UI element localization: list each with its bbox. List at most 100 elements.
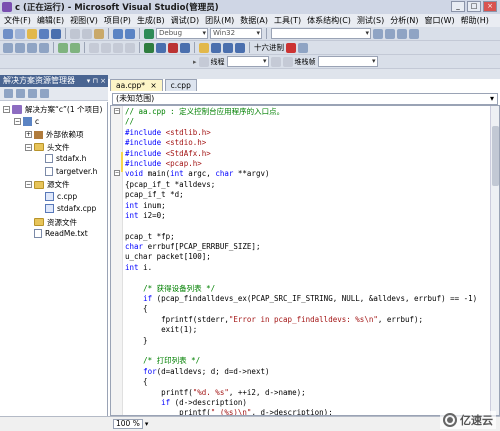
- tree-item[interactable]: − 头文件: [25, 142, 70, 153]
- code-editor[interactable]: − − // aa.cpp : 定义控制台应用程序的入口点。//#include…: [110, 105, 500, 416]
- show-all-files-icon[interactable]: [16, 89, 25, 98]
- menu-architecture[interactable]: 体系结构(C): [307, 15, 351, 26]
- menu-team[interactable]: 团队(M): [205, 15, 234, 26]
- outdent-icon[interactable]: [39, 42, 49, 53]
- tree-item[interactable]: 资源文件: [25, 217, 77, 228]
- refresh-icon[interactable]: [28, 89, 37, 98]
- find-icon[interactable]: [373, 28, 383, 39]
- stop-debug-icon[interactable]: [168, 42, 178, 53]
- format-icon[interactable]: [15, 42, 25, 53]
- view-class-diagram-icon[interactable]: [40, 89, 49, 98]
- menu-help[interactable]: 帮助(H): [461, 15, 489, 26]
- minimize-button[interactable]: _: [451, 1, 465, 12]
- tree-item[interactable]: ReadMe.txt: [25, 229, 88, 238]
- clear-bookmark-icon[interactable]: [125, 42, 135, 53]
- collapse-icon[interactable]: −: [25, 181, 32, 188]
- start-debug-icon[interactable]: [144, 42, 154, 53]
- menu-edit[interactable]: 编辑(E): [37, 15, 64, 26]
- thread-select[interactable]: [226, 56, 269, 67]
- tree-item[interactable]: − 源文件: [25, 179, 70, 190]
- text-editor-icon[interactable]: [3, 42, 13, 53]
- tree-item[interactable]: targetver.h: [36, 166, 97, 176]
- next-bookmark-icon[interactable]: [113, 42, 123, 53]
- save-all-icon[interactable]: [51, 28, 61, 39]
- cut-icon[interactable]: [70, 28, 80, 39]
- comment-icon[interactable]: [58, 42, 68, 53]
- menu-test[interactable]: 测试(S): [357, 15, 384, 26]
- breakpoints-icon[interactable]: [286, 42, 296, 53]
- bookmark-icon[interactable]: [89, 42, 99, 53]
- menu-file[interactable]: 文件(F): [4, 15, 31, 26]
- add-item-icon[interactable]: [15, 28, 25, 39]
- solution-explorer-icon[interactable]: [385, 28, 395, 39]
- show-next-statement-icon[interactable]: [199, 42, 209, 53]
- step-into-icon[interactable]: [211, 42, 221, 53]
- collapse-icon[interactable]: −: [14, 117, 21, 125]
- menu-build[interactable]: 生成(B): [137, 15, 165, 26]
- toolbar-separator: [84, 42, 85, 53]
- restart-icon[interactable]: [180, 42, 190, 53]
- configuration-select[interactable]: Debug: [156, 28, 208, 39]
- tree-item[interactable]: − c: [14, 116, 39, 126]
- properties-icon[interactable]: [397, 28, 407, 39]
- paste-icon[interactable]: [94, 28, 104, 39]
- expand-icon[interactable]: +: [25, 131, 32, 138]
- thread-icon[interactable]: [198, 56, 209, 67]
- collapse-icon[interactable]: −: [25, 143, 32, 151]
- continue-icon[interactable]: [144, 28, 154, 39]
- properties-icon[interactable]: [4, 89, 13, 98]
- hex-toggle[interactable]: 十六进制: [254, 42, 284, 53]
- indent-icon[interactable]: [27, 42, 37, 53]
- menu-tools[interactable]: 工具(T): [274, 15, 301, 26]
- stack-frame-select[interactable]: [317, 56, 378, 67]
- step-over-icon[interactable]: [223, 42, 233, 53]
- uncomment-icon[interactable]: [70, 42, 80, 53]
- close-button[interactable]: ×: [483, 1, 497, 12]
- tree-item[interactable]: c.cpp: [36, 191, 77, 201]
- zoom-select[interactable]: 100 %: [113, 419, 143, 429]
- filter-icon[interactable]: [282, 56, 293, 67]
- collapse-icon[interactable]: −: [114, 108, 120, 114]
- platform-select[interactable]: Win32: [210, 28, 262, 39]
- tree-item[interactable]: − 解决方案“c”(1 个项目): [3, 104, 102, 115]
- menu-project[interactable]: 项目(P): [104, 15, 131, 26]
- file-icon: [45, 166, 53, 176]
- undo-icon[interactable]: [113, 28, 123, 39]
- collapse-icon[interactable]: −: [3, 106, 10, 113]
- menu-debug[interactable]: 调试(D): [171, 15, 199, 26]
- toolbox-icon[interactable]: [409, 28, 419, 39]
- tab-c-cpp[interactable]: c.cpp: [164, 79, 197, 91]
- cpp-file-icon: [45, 204, 54, 213]
- menu-view[interactable]: 视图(V): [70, 15, 98, 26]
- windows-icon[interactable]: [298, 42, 308, 53]
- break-all-icon[interactable]: [156, 42, 166, 53]
- menu-window[interactable]: 窗口(W): [424, 15, 454, 26]
- flag-icon[interactable]: [270, 56, 281, 67]
- tree-item[interactable]: + 外部依赖项: [25, 129, 84, 140]
- chevron-down-icon[interactable]: ▾: [145, 420, 149, 428]
- collapse-icon[interactable]: −: [114, 170, 120, 176]
- step-out-icon[interactable]: [235, 42, 245, 53]
- tab-aa-cpp[interactable]: aa.cpp* ×: [110, 79, 163, 91]
- maximize-button[interactable]: □: [467, 1, 481, 12]
- copy-icon[interactable]: [82, 28, 92, 39]
- panel-pin-controls[interactable]: ▾ ⊓ ×: [87, 75, 106, 87]
- tree-item[interactable]: stdafx.h: [36, 154, 86, 163]
- scrollbar-thumb[interactable]: [492, 126, 499, 186]
- code-line: for(d=alldevs; d; d=d->next): [125, 367, 489, 377]
- prev-bookmark-icon[interactable]: [101, 42, 111, 53]
- open-file-icon[interactable]: [27, 28, 37, 39]
- tree-item-label: 外部依赖项: [46, 130, 84, 139]
- redo-icon[interactable]: [125, 28, 135, 39]
- vertical-scrollbar[interactable]: [490, 106, 499, 415]
- scope-dropdown[interactable]: (未知范围): [112, 93, 498, 105]
- save-icon[interactable]: [39, 28, 49, 39]
- find-combo[interactable]: [271, 28, 371, 39]
- threads-label: 线程: [210, 57, 225, 66]
- tab-close-icon[interactable]: ×: [150, 81, 156, 90]
- new-project-icon[interactable]: [3, 28, 13, 39]
- menu-analyze[interactable]: 分析(N): [390, 15, 418, 26]
- tree-item[interactable]: stdafx.cpp: [36, 204, 96, 213]
- menu-data[interactable]: 数据(A): [240, 15, 268, 26]
- code-line: void main(int argc, char **argv): [125, 169, 489, 179]
